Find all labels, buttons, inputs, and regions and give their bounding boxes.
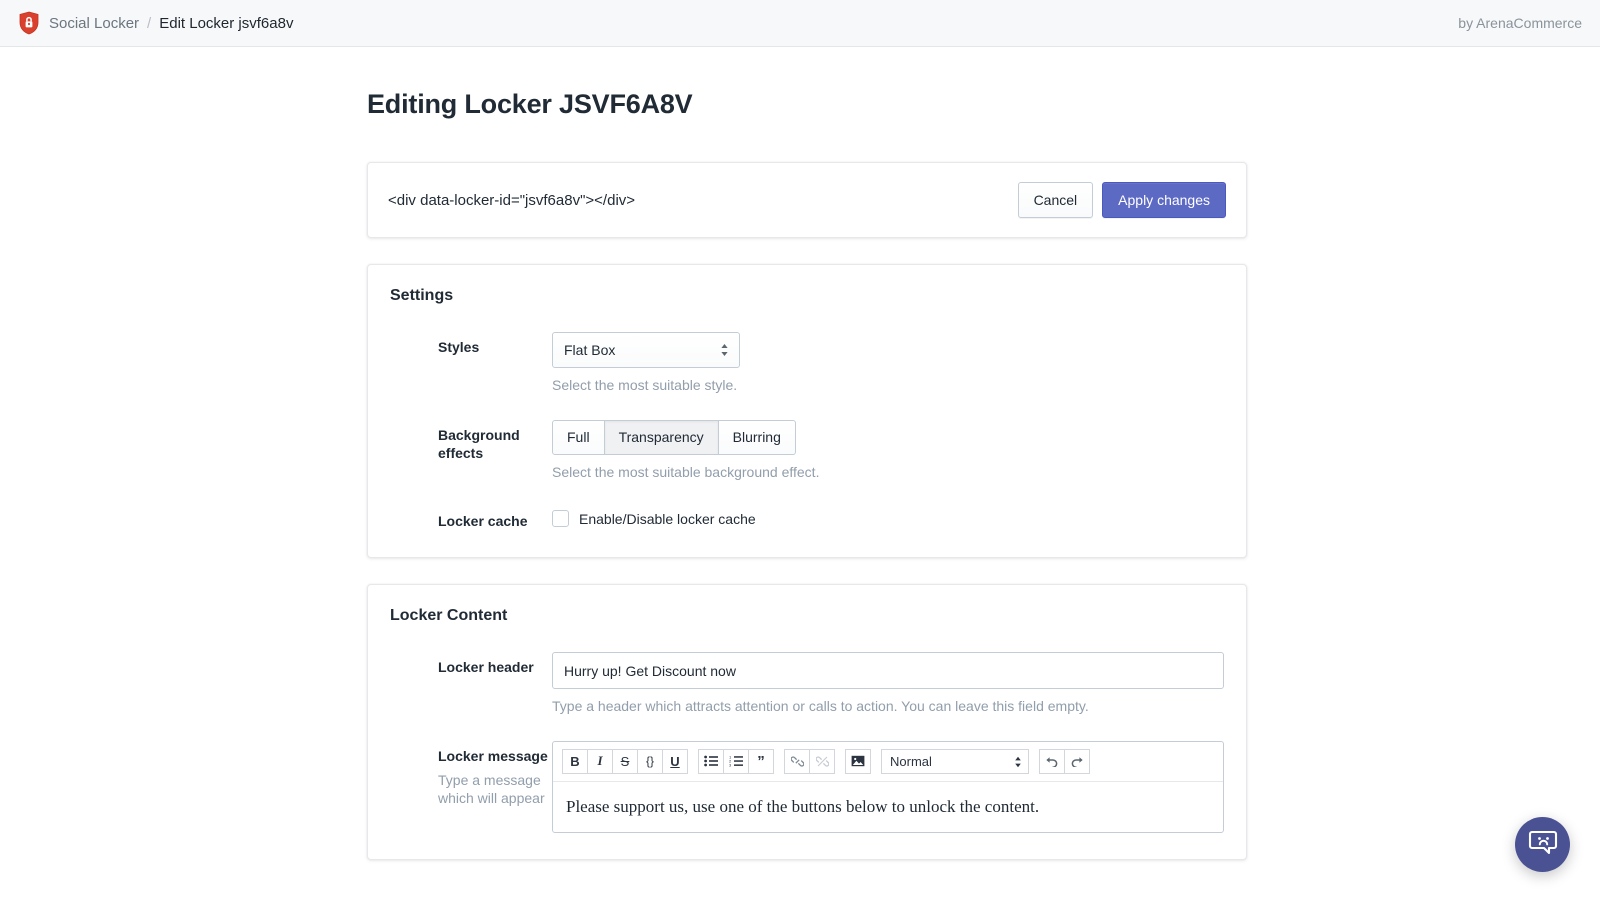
- settings-section-title: Settings: [390, 287, 454, 304]
- code-button[interactable]: {}: [637, 748, 663, 774]
- locker-message-label: Locker message Type a message which will…: [390, 741, 552, 809]
- link-icon: [790, 755, 804, 768]
- locker-snippet-code: <div data-locker-id="jsvf6a8v"></div>: [388, 191, 636, 209]
- blockquote-button[interactable]: ”: [748, 748, 774, 774]
- svg-text:3: 3: [729, 763, 732, 767]
- editor-toolbar-group-links: [784, 748, 835, 774]
- editor-toolbar: B I S {} U 1 2 3 ” Normal: [553, 742, 1223, 782]
- styles-label: Styles: [438, 339, 480, 355]
- bold-button[interactable]: B: [562, 748, 588, 774]
- field-locker-cache: Locker cache Enable/Disable locker cache: [390, 506, 1224, 531]
- locker-cache-checkbox[interactable]: [552, 510, 569, 528]
- locker-header-label: Locker header: [438, 659, 534, 676]
- locker-snippet-card: <div data-locker-id="jsvf6a8v"></div> Ca…: [367, 162, 1247, 238]
- background-effects-label: Background effects: [438, 426, 520, 462]
- styles-help-text: Select the most suitable style.: [552, 377, 738, 393]
- numbered-list-icon: 1 2 3: [729, 755, 743, 767]
- snippet-actions: Cancel Apply changes: [1017, 182, 1226, 218]
- field-locker-message: Locker message Type a message which will…: [390, 740, 1224, 834]
- breadcrumb-separator: /: [147, 14, 152, 32]
- field-locker-header: Locker header Type a header which attrac…: [390, 652, 1224, 717]
- link-button[interactable]: [784, 748, 810, 774]
- image-button[interactable]: [845, 748, 871, 774]
- locker-message-label-help: Type a message which will appear: [438, 771, 545, 807]
- redo-button[interactable]: [1064, 748, 1090, 774]
- format-select-wrap: Normal: [881, 748, 1029, 774]
- locker-message-label-text: Locker message: [438, 747, 548, 764]
- top-bar: Social Locker / Edit Locker jsvf6a8v by …: [0, 0, 1600, 47]
- strikethrough-button[interactable]: S: [612, 748, 638, 774]
- segment-transparency[interactable]: Transparency: [604, 419, 719, 455]
- breadcrumb-root[interactable]: Social Locker: [49, 15, 139, 32]
- segment-blurring[interactable]: Blurring: [718, 419, 796, 455]
- breadcrumb-current: Edit Locker jsvf6a8v: [159, 14, 294, 32]
- locker-content-section-title: Locker Content: [390, 607, 508, 625]
- settings-card: Settings Styles Flat Box Select the most…: [367, 264, 1247, 559]
- underline-button[interactable]: U: [662, 748, 688, 774]
- editor-toolbar-group-history: [1039, 748, 1090, 774]
- page-title: Editing Locker JSVF6A8V: [367, 89, 693, 119]
- background-effects-help-text: Select the most suitable background effe…: [552, 463, 820, 480]
- unlink-button[interactable]: [809, 748, 835, 774]
- locker-content-card: Locker Content Locker header Type a head…: [367, 584, 1247, 861]
- field-background-effects: Background effects Full Transparency Blu…: [390, 419, 1224, 483]
- locker-message-editor: B I S {} U 1 2 3 ” Normal Please support…: [552, 740, 1224, 834]
- unlink-icon: [815, 755, 829, 768]
- attribution-label: by ArenaCommerce: [1458, 15, 1582, 31]
- breadcrumb: Social Locker / Edit Locker jsvf6a8v: [18, 11, 293, 35]
- bullet-list-button[interactable]: [698, 748, 724, 774]
- editor-content[interactable]: Please support us, use one of the button…: [553, 782, 1223, 833]
- apply-changes-button[interactable]: Apply changes: [1102, 182, 1226, 218]
- field-styles: Styles Flat Box Select the most suitable…: [390, 332, 1224, 396]
- segment-full[interactable]: Full: [552, 419, 605, 455]
- locker-cache-label: Locker cache: [438, 513, 528, 530]
- locker-header-input[interactable]: [552, 652, 1224, 690]
- cancel-button[interactable]: Cancel: [1017, 182, 1094, 218]
- shield-lock-icon: [18, 11, 40, 35]
- chat-bubble-face-icon: [1528, 827, 1558, 862]
- redo-icon: [1070, 755, 1084, 768]
- image-icon: [851, 755, 865, 767]
- numbered-list-button[interactable]: 1 2 3: [723, 748, 749, 774]
- styles-select-wrap: Flat Box: [552, 332, 740, 368]
- locker-cache-checkbox-label[interactable]: Enable/Disable locker cache: [579, 511, 756, 527]
- editor-toolbar-group-image: [845, 748, 871, 774]
- italic-button[interactable]: I: [587, 748, 613, 774]
- undo-icon: [1045, 755, 1059, 768]
- background-effects-segmented-control: Full Transparency Blurring: [552, 419, 796, 455]
- editor-toolbar-group-lists: 1 2 3 ”: [698, 748, 774, 774]
- page-canvas: Editing Locker JSVF6A8V <div data-locker…: [0, 47, 1600, 900]
- format-select[interactable]: Normal: [881, 748, 1029, 774]
- undo-button[interactable]: [1039, 748, 1065, 774]
- styles-select[interactable]: Flat Box: [552, 332, 740, 368]
- bullet-list-icon: [704, 755, 718, 767]
- locker-header-help-text: Type a header which attracts attention o…: [552, 698, 1089, 715]
- chat-widget-button[interactable]: [1515, 817, 1570, 872]
- editor-toolbar-group-format: B I S {} U: [562, 748, 688, 774]
